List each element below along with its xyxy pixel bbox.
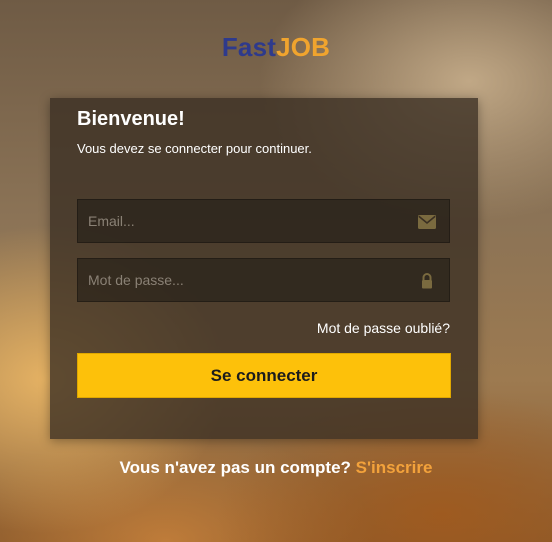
brand-logo-part1: Fast [221,32,277,62]
password-field-wrapper [77,258,450,302]
lock-icon [417,272,437,290]
password-field[interactable] [78,259,449,301]
envelope-icon [417,213,437,231]
signup-prompt: Vous n'avez pas un compte? S'inscrire [0,458,552,478]
welcome-subtitle: Vous devez se connecter pour continuer. [77,141,312,156]
forgot-password-link[interactable]: Mot de passe oublié? [317,320,450,336]
signup-question: Vous n'avez pas un compte? [119,458,351,477]
login-button[interactable]: Se connecter [77,353,451,398]
welcome-title: Bienvenue! [77,108,185,130]
brand-logo-part2: JOB [276,32,331,62]
login-card: Bienvenue! Vous devez se connecter pour … [50,98,478,439]
signup-link[interactable]: S'inscrire [356,458,433,477]
email-field[interactable] [78,200,449,242]
brand-logo: FastJOB [0,32,552,63]
email-field-wrapper [77,199,450,243]
